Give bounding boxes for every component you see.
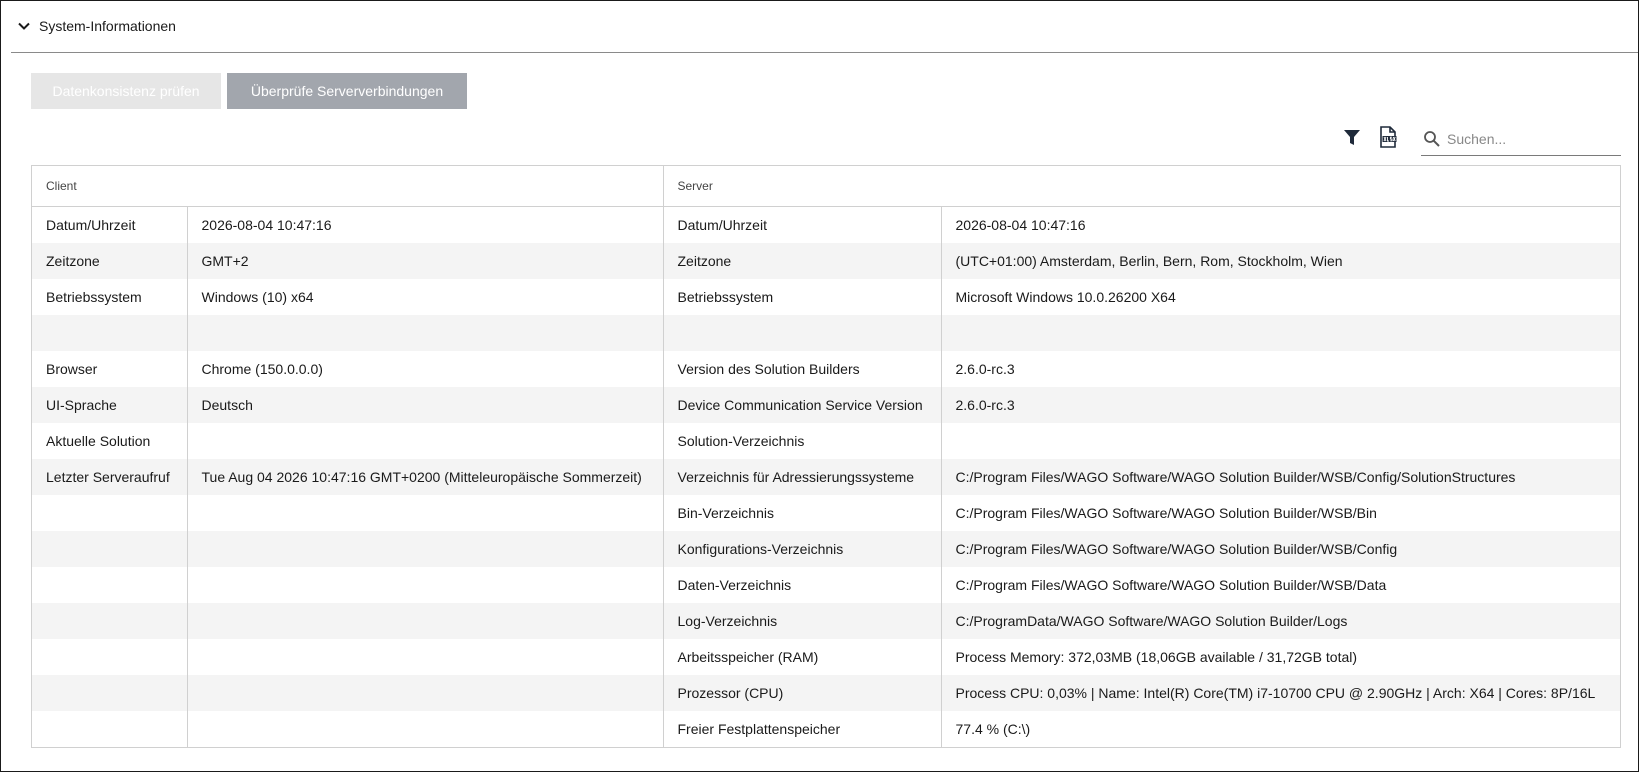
client-key-cell [32, 566, 187, 603]
client-value-cell [186, 530, 663, 567]
client-key-cell [32, 530, 187, 567]
server-value-cell [940, 314, 1620, 351]
client-value-cell [186, 638, 663, 675]
server-key-cell: Freier Festplattenspeicher [662, 710, 941, 747]
chevron-down-icon[interactable] [17, 19, 31, 33]
client-key-cell: Betriebssystem [32, 278, 187, 315]
server-value-cell: Process Memory: 372,03MB (18,06GB availa… [940, 638, 1620, 675]
client-value-cell [186, 602, 663, 639]
server-value-cell: 77.4 % (C:\) [940, 710, 1620, 747]
table-header-row: Client Server [32, 166, 1620, 207]
server-value-cell: C:/ProgramData/WAGO Software/WAGO Soluti… [940, 602, 1620, 639]
server-key-cell: Device Communication Service Version [662, 386, 941, 423]
table-row: Browser Chrome (150.0.0.0) Version des Sol… [32, 350, 1620, 387]
table-row: Letzter Serveraufruf Tue Aug 04 2026 10:4… [32, 458, 1620, 495]
client-value-cell [186, 422, 663, 459]
client-value-cell: 2026-08-04 10:47:16 [186, 206, 663, 243]
client-key-cell: UI-Sprache [32, 386, 187, 423]
client-key-cell: Browser [32, 350, 187, 387]
server-value-cell: C:/Program Files/WAGO Software/WAGO Solu… [940, 566, 1620, 603]
server-value-cell: C:/Program Files/WAGO Software/WAGO Solu… [940, 530, 1620, 567]
server-column-header: Server [662, 166, 1620, 207]
client-key-cell [32, 314, 187, 351]
client-value-cell: Chrome (150.0.0.0) [186, 350, 663, 387]
system-info-panel: System-Informationen Datenkonsistenz prü… [0, 0, 1639, 772]
table-row: Zeitzone GMT+2 Zeitzone (UTC+01:00) Amsterd… [32, 242, 1620, 279]
table-row: Datum/Uhrzeit 2026-08-04 10:47:16 Datum/Uh… [32, 206, 1620, 243]
server-key-cell: Zeitzone [662, 242, 941, 279]
server-value-cell: (UTC+01:00) Amsterdam, Berlin, Bern, Rom… [940, 242, 1620, 279]
table-row [32, 314, 1620, 351]
server-key-cell: Datum/Uhrzeit [662, 206, 941, 243]
server-key-cell: Solution-Verzeichnis [662, 422, 941, 459]
client-key-cell [32, 602, 187, 639]
check-data-consistency-button[interactable]: Datenkonsistenz prüfen [31, 73, 221, 109]
server-value-cell [940, 422, 1620, 459]
search-input[interactable] [1445, 130, 1619, 148]
table-row: Log-Verzeichnis C:/ProgramData/WAGO Softw… [32, 602, 1620, 639]
client-key-cell: Datum/Uhrzeit [32, 206, 187, 243]
client-key-cell [32, 674, 187, 711]
table-row: UI-Sprache Deutsch Device Communication Se… [32, 386, 1620, 423]
server-key-cell: Daten-Verzeichnis [662, 566, 941, 603]
xlsx-export-icon[interactable] [1377, 125, 1399, 149]
server-value-cell: 2026-08-04 10:47:16 [940, 206, 1620, 243]
server-key-cell: Prozessor (CPU) [662, 674, 941, 711]
table-row: Arbeitsspeicher (RAM) Process Memory: 372… [32, 638, 1620, 675]
server-value-cell: Microsoft Windows 10.0.26200 X64 [940, 278, 1620, 315]
client-value-cell [186, 566, 663, 603]
section-title: System-Informationen [39, 18, 176, 34]
table-row: Aktuelle Solution Solution-Verzeichnis [32, 422, 1620, 459]
check-server-connections-button[interactable]: Überprüfe Serververbindungen [227, 73, 467, 109]
client-value-cell: Tue Aug 04 2026 10:47:16 GMT+0200 (Mitte… [186, 458, 663, 495]
server-key-cell: Log-Verzeichnis [662, 602, 941, 639]
client-column-header: Client [32, 166, 663, 207]
search-icon [1424, 131, 1440, 147]
system-info-table: Client Server Datum/Uhrzeit 2026-08-04 10… [31, 165, 1621, 748]
server-key-cell: Version des Solution Builders [662, 350, 941, 387]
section-header[interactable]: System-Informationen [11, 1, 1638, 53]
server-value-cell: 2.6.0-rc.3 [940, 350, 1620, 387]
client-value-cell [186, 674, 663, 711]
server-key-cell: Betriebssystem [662, 278, 941, 315]
server-key-cell: Konfigurations-Verzeichnis [662, 530, 941, 567]
server-key-cell: Bin-Verzeichnis [662, 494, 941, 531]
client-key-cell: Letzter Serveraufruf [32, 458, 187, 495]
table-row: Betriebssystem Windows (10) x64 Betriebssy… [32, 278, 1620, 315]
server-value-cell: C:/Program Files/WAGO Software/WAGO Solu… [940, 458, 1620, 495]
client-key-cell [32, 494, 187, 531]
server-key-cell: Verzeichnis für Adressierungssysteme [662, 458, 941, 495]
table-row: Bin-Verzeichnis C:/Program Files/WAGO Sof… [32, 494, 1620, 531]
client-key-cell: Aktuelle Solution [32, 422, 187, 459]
client-key-cell: Zeitzone [32, 242, 187, 279]
client-key-cell [32, 710, 187, 747]
table-row: Daten-Verzeichnis C:/Program Files/WAGO S… [32, 566, 1620, 603]
client-value-cell: Deutsch [186, 386, 663, 423]
client-value-cell: GMT+2 [186, 242, 663, 279]
client-value-cell [186, 314, 663, 351]
server-value-cell: Process CPU: 0,03% | Name: Intel(R) Core… [940, 674, 1620, 711]
search-box[interactable] [1421, 123, 1621, 156]
client-value-cell [186, 710, 663, 747]
server-key-cell: Arbeitsspeicher (RAM) [662, 638, 941, 675]
client-value-cell [186, 494, 663, 531]
table-row: Freier Festplattenspeicher 77.4 % (C:\) [32, 710, 1620, 747]
table-row: Konfigurations-Verzeichnis C:/Program Fil… [32, 530, 1620, 567]
server-value-cell: C:/Program Files/WAGO Software/WAGO Solu… [940, 494, 1620, 531]
filter-icon[interactable] [1341, 125, 1363, 149]
server-value-cell: 2.6.0-rc.3 [940, 386, 1620, 423]
table-row: Prozessor (CPU) Process CPU: 0,03% | Name… [32, 674, 1620, 711]
server-key-cell [662, 314, 941, 351]
client-key-cell [32, 638, 187, 675]
client-value-cell: Windows (10) x64 [186, 278, 663, 315]
